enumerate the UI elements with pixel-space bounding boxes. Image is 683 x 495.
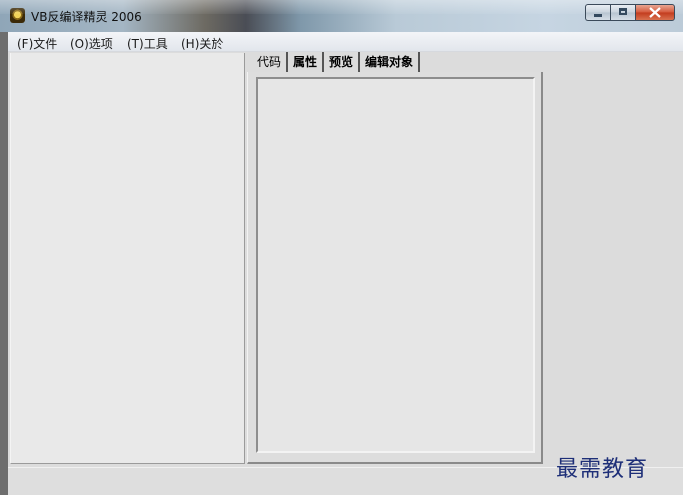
main-content: 代码 属性 预览 编辑对象 bbox=[8, 52, 683, 495]
maximize-icon bbox=[619, 8, 627, 15]
code-view[interactable] bbox=[256, 77, 535, 453]
menu-bar: (F)文件 (O)选项 (T)工具 (H)关於 bbox=[8, 32, 683, 52]
tab-page-frame bbox=[247, 72, 543, 464]
tab-strip: 代码 属性 预览 编辑对象 bbox=[252, 52, 421, 72]
menu-tools[interactable]: (T)工具 bbox=[127, 35, 168, 52]
tab-edit-object[interactable]: 编辑对象 bbox=[360, 52, 421, 72]
object-tree-panel[interactable] bbox=[10, 53, 245, 464]
watermark-text: 最需教育 bbox=[556, 457, 649, 482]
tab-preview[interactable]: 预览 bbox=[324, 52, 361, 72]
menu-options[interactable]: (O)选项 bbox=[70, 35, 113, 52]
maximize-button[interactable] bbox=[610, 4, 635, 21]
close-button[interactable] bbox=[635, 4, 675, 21]
minimize-icon bbox=[594, 14, 602, 17]
app-window: VB反编译精灵 2006 (F)文件 (O)选项 (T)工具 (H)关於 代码 … bbox=[0, 0, 683, 495]
client-area: (F)文件 (O)选项 (T)工具 (H)关於 代码 属性 预览 编辑对象 bbox=[8, 32, 683, 495]
menu-about[interactable]: (H)关於 bbox=[181, 35, 223, 52]
tab-properties[interactable]: 属性 bbox=[288, 52, 325, 72]
menu-file[interactable]: (F)文件 bbox=[17, 35, 57, 52]
app-icon[interactable] bbox=[10, 8, 25, 23]
minimize-button[interactable] bbox=[585, 4, 610, 21]
tab-code[interactable]: 代码 bbox=[252, 52, 289, 72]
window-title: VB反编译精灵 2006 bbox=[31, 10, 142, 24]
close-icon bbox=[649, 7, 661, 18]
window-controls bbox=[585, 4, 675, 22]
title-bar[interactable]: VB反编译精灵 2006 bbox=[0, 0, 683, 32]
